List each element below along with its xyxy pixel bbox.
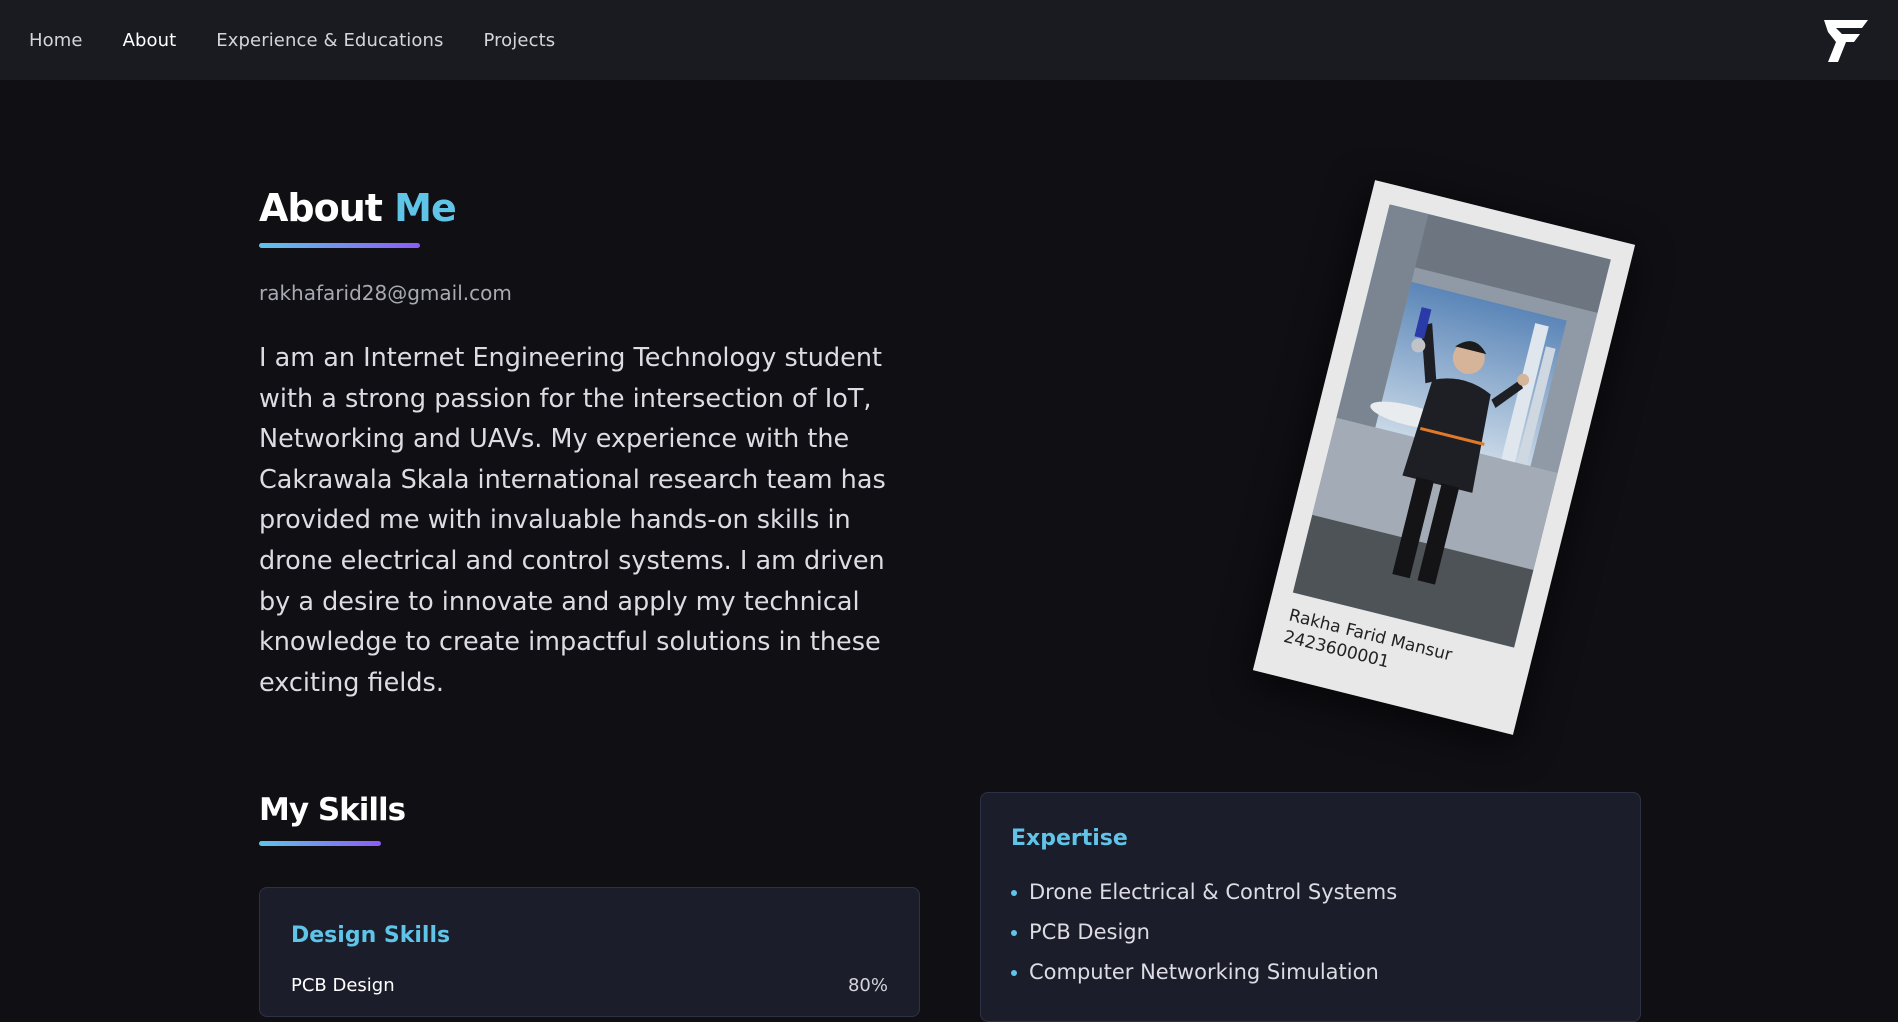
expertise-card: Expertise Drone Electrical & Control Sys…	[980, 792, 1641, 1022]
list-item: PCB Design	[1011, 917, 1397, 957]
bullet-icon	[1011, 930, 1017, 936]
nav-about[interactable]: About	[123, 30, 177, 51]
expertise-list: Drone Electrical & Control Systems PCB D…	[1011, 877, 1397, 997]
nav-projects[interactable]: Projects	[483, 30, 555, 51]
expertise-title: Expertise	[1011, 826, 1128, 851]
profile-photo	[1292, 204, 1611, 648]
skills-title-underline	[259, 841, 381, 846]
nav-links: Home About Experience & Educations Proje…	[29, 30, 595, 51]
about-title: About Me	[259, 186, 457, 230]
about-title-underline	[259, 243, 420, 248]
nav-experience-educations[interactable]: Experience & Educations	[216, 30, 443, 51]
list-item: Drone Electrical & Control Systems	[1011, 877, 1397, 917]
expertise-item-label: Computer Networking Simulation	[1029, 960, 1379, 984]
bullet-icon	[1011, 970, 1017, 976]
nav-home[interactable]: Home	[29, 30, 83, 51]
f-logo-icon[interactable]	[1822, 18, 1870, 64]
about-title-word: About	[259, 186, 383, 230]
navbar: Home About Experience & Educations Proje…	[0, 0, 1898, 80]
design-skills-title: Design Skills	[291, 923, 451, 948]
about-title-accent: Me	[394, 186, 457, 230]
polaroid-photo-card: Rakha Farid Mansur 2423600001	[1252, 180, 1636, 735]
bio-paragraph: I am an Internet Engineering Technology …	[259, 343, 886, 698]
expertise-item-label: PCB Design	[1029, 920, 1150, 944]
list-item: Computer Networking Simulation	[1011, 957, 1397, 997]
design-skills-card: Design Skills PCB Design 80%	[259, 887, 920, 1017]
email-text: rakhafarid28@gmail.com	[259, 281, 512, 305]
bullet-icon	[1011, 890, 1017, 896]
skills-title: My Skills	[259, 792, 406, 828]
expertise-item-label: Drone Electrical & Control Systems	[1029, 880, 1398, 904]
